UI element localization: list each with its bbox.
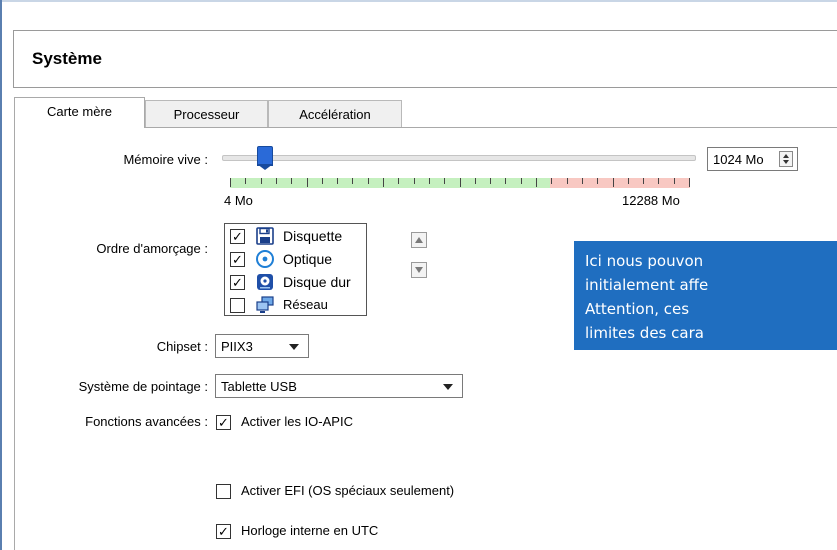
memory-spinbox[interactable]: 1024 Mo: [707, 147, 798, 171]
slider-tick: [383, 178, 384, 187]
slider-tick: [673, 178, 675, 184]
callout-line-3: Attention, ces: [585, 300, 690, 318]
slider-tick: [275, 178, 277, 184]
boot-label-floppy: Disquette: [283, 228, 343, 244]
slider-tick: [260, 178, 262, 184]
slider-tick: [367, 178, 369, 184]
utc-clock-label: Horloge interne en UTC: [241, 523, 379, 538]
chipset-select[interactable]: PIIX3: [215, 334, 309, 358]
utc-clock-checkbox[interactable]: ✓: [216, 524, 231, 539]
memory-max-label: 12288 Mo: [622, 193, 680, 208]
pointing-label: Système de pointage :: [78, 379, 208, 394]
slider-tick: [306, 178, 308, 187]
memory-slider-thumb[interactable]: [257, 146, 273, 170]
boot-label-network: Réseau: [283, 297, 328, 312]
slider-tick: [398, 178, 400, 184]
efi-label: Activer EFI (OS spéciaux seulement): [241, 483, 455, 498]
io-apic-label: Activer les IO-APIC: [241, 414, 353, 429]
advanced-label: Fonctions avancées :: [85, 414, 208, 429]
boot-label-optical: Optique: [283, 251, 333, 267]
boot-item-network[interactable]: Réseau: [225, 294, 366, 317]
slider-tick: [551, 178, 553, 184]
chipset-label: Chipset :: [156, 339, 208, 354]
slider-tick: [230, 178, 231, 187]
boot-item-floppy[interactable]: ✓ Disquette: [225, 225, 366, 248]
pointing-select[interactable]: Tablette USB: [215, 374, 463, 398]
io-apic-checkbox[interactable]: ✓: [216, 415, 231, 430]
slider-tick: [474, 178, 476, 184]
slider-tick: [536, 178, 537, 187]
boot-move-up-button[interactable]: [411, 232, 427, 248]
boot-order-list[interactable]: ✓ Disquette ✓ Optique ✓ Disque dur Résea…: [224, 223, 367, 316]
boot-item-optical[interactable]: ✓ Optique: [225, 248, 366, 271]
chipset-value: PIIX3: [221, 339, 253, 354]
boot-checkbox-floppy[interactable]: ✓: [230, 229, 245, 244]
chevron-down-icon: [289, 344, 299, 350]
floppy-icon: [256, 227, 274, 245]
info-callout: Ici nous pouvon initialement affe Attent…: [574, 241, 837, 350]
boot-order-label: Ordre d'amorçage :: [96, 241, 208, 256]
slider-tick: [352, 178, 354, 184]
slider-tick: [459, 178, 461, 187]
slider-tick: [612, 178, 614, 187]
section-title: Système: [32, 49, 102, 68]
boot-item-hard-disk[interactable]: ✓ Disque dur: [225, 271, 366, 294]
memory-label: Mémoire vive :: [123, 152, 208, 167]
slider-tick: [428, 178, 430, 184]
slider-tick: [689, 178, 690, 187]
boot-move-down-button[interactable]: [411, 262, 427, 278]
memory-slider-ticks: [230, 178, 690, 188]
slider-tick: [321, 178, 323, 184]
section-header: Système: [13, 30, 837, 88]
callout-line-1: Ici nous pouvon: [585, 252, 704, 270]
boot-checkbox-network[interactable]: [230, 298, 245, 313]
hard-disk-icon: [256, 273, 274, 291]
slider-tick: [505, 178, 507, 184]
slider-tick: [245, 178, 247, 184]
boot-label-hard-disk: Disque dur: [283, 274, 351, 290]
boot-checkbox-hard-disk[interactable]: ✓: [230, 275, 245, 290]
slider-tick: [490, 178, 492, 184]
callout-line-4: limites des cara: [585, 324, 704, 342]
memory-spin-buttons[interactable]: [779, 151, 793, 167]
boot-checkbox-optical[interactable]: ✓: [230, 252, 245, 267]
callout-line-2: initialement affe: [585, 276, 709, 294]
slider-tick: [291, 178, 293, 184]
tab-panel-left-border: [14, 127, 15, 550]
slider-tick: [597, 178, 599, 184]
slider-tick: [658, 178, 660, 184]
slider-tick: [337, 178, 339, 184]
optical-disc-icon: [256, 250, 274, 268]
slider-tick: [413, 178, 415, 184]
window-left-border: [0, 0, 2, 550]
window-top-border: [0, 0, 837, 2]
tab-acceleration[interactable]: Accélération: [268, 100, 402, 127]
memory-slider-track[interactable]: [222, 155, 696, 161]
tab-processeur[interactable]: Processeur: [145, 100, 268, 127]
slider-tick: [566, 178, 568, 184]
pointing-value: Tablette USB: [221, 379, 297, 394]
efi-checkbox[interactable]: [216, 484, 231, 499]
slider-tick: [627, 178, 629, 184]
network-icon: [256, 296, 274, 314]
chevron-down-icon: [443, 384, 453, 390]
slider-tick: [520, 178, 522, 184]
slider-tick: [581, 178, 583, 184]
tab-carte-mere[interactable]: Carte mère: [14, 97, 145, 128]
slider-tick: [444, 178, 446, 184]
memory-value: 1024 Mo: [713, 152, 764, 167]
memory-min-label: 4 Mo: [224, 193, 253, 208]
slider-tick: [643, 178, 645, 184]
